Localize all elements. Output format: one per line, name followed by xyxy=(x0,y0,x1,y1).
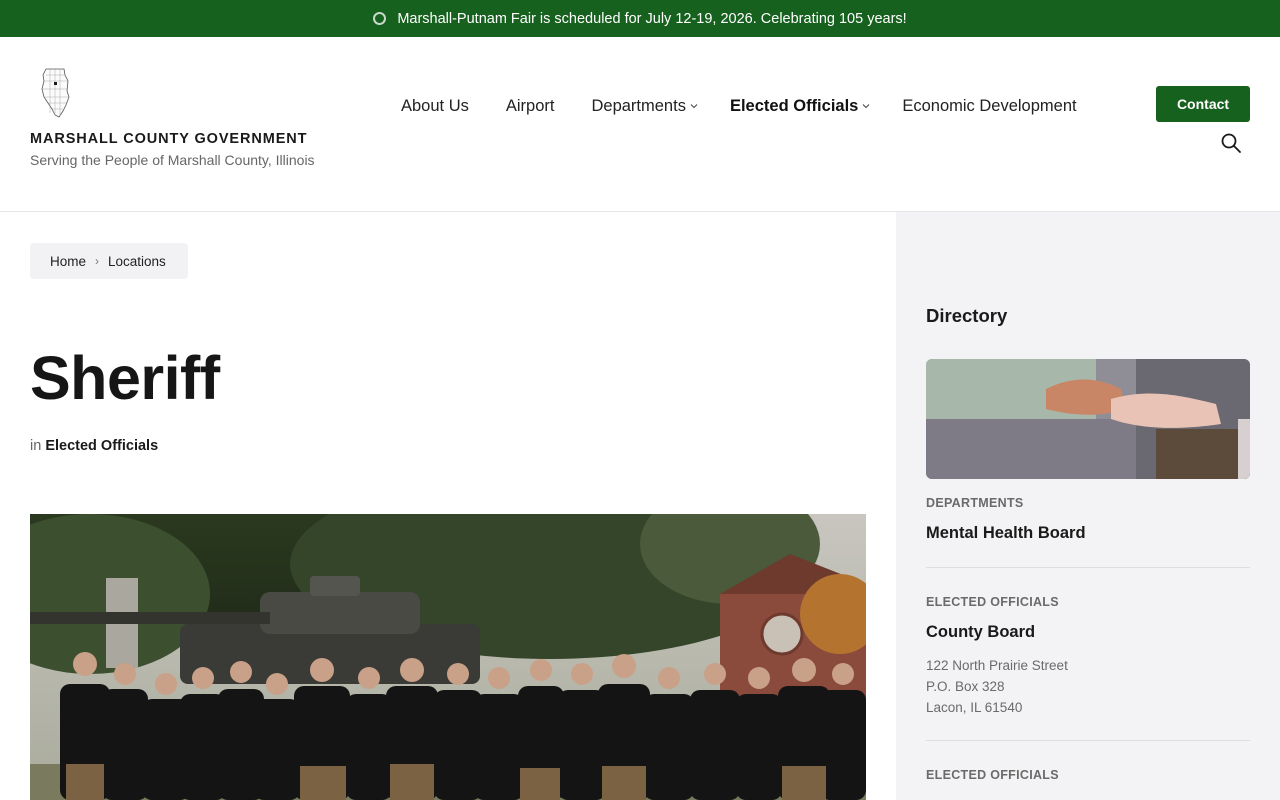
directory-sidebar: Directory Departments Mental Health Boar… xyxy=(896,212,1280,800)
entry-name[interactable]: County Board xyxy=(926,623,1250,642)
chevron-down-icon xyxy=(690,104,698,109)
entry-category: Elected Officials xyxy=(926,768,1059,782)
directory-entry[interactable]: Elected Officials County Board 122 North… xyxy=(926,595,1250,718)
entry-address: 122 North Prairie Street P.O. Box 328 La… xyxy=(926,655,1250,718)
category-link[interactable]: Elected Officials xyxy=(45,438,158,454)
category-prefix: in xyxy=(30,438,42,454)
directory-card-image[interactable] xyxy=(926,359,1250,479)
hero-photo xyxy=(30,514,866,800)
directory-title: Directory xyxy=(926,305,1008,326)
site-title[interactable]: MARSHALL COUNTY GOVERNMENT xyxy=(30,131,307,147)
directory-entry[interactable]: Elected Officials xyxy=(926,768,1250,782)
nav-item-label: Departments xyxy=(591,96,686,115)
announcement-bar: Marshall-Putnam Fair is scheduled for Ju… xyxy=(0,0,1280,37)
breadcrumb-current[interactable]: Locations xyxy=(108,254,166,269)
site-header: MARSHALL COUNTY GOVERNMENT Serving the P… xyxy=(0,37,1280,212)
page-title: Sheriff xyxy=(30,344,220,412)
nav-item-elected-officials[interactable]: Elected Officials xyxy=(730,97,870,116)
address-line: Lacon, IL 61540 xyxy=(926,700,1023,715)
breadcrumb-home[interactable]: Home xyxy=(50,254,86,269)
entry-name[interactable]: Mental Health Board xyxy=(926,524,1250,543)
entry-category: Elected Officials xyxy=(926,595,1059,609)
nav-item-airport[interactable]: Airport xyxy=(506,97,555,116)
entry-category: Departments xyxy=(926,496,1024,510)
post-category: in Elected Officials xyxy=(30,438,158,454)
main-nav: About Us Airport Departments Elected Off… xyxy=(401,95,1077,117)
address-line: P.O. Box 328 xyxy=(926,679,1005,694)
illinois-map-icon[interactable] xyxy=(40,67,72,119)
contact-button[interactable]: Contact xyxy=(1156,86,1250,122)
nav-item-label: Economic Development xyxy=(902,96,1077,115)
chevron-right-icon: › xyxy=(95,254,100,268)
directory-entry[interactable]: Departments Mental Health Board xyxy=(926,496,1250,543)
chevron-down-icon xyxy=(862,104,870,109)
ring-icon xyxy=(373,12,387,25)
nav-item-label: Elected Officials xyxy=(729,96,859,115)
nav-item-label: About Us xyxy=(401,96,469,115)
nav-item-economic-development[interactable]: Economic Development xyxy=(902,97,1076,116)
nav-item-label: Airport xyxy=(505,96,555,115)
announcement-text: Marshall-Putnam Fair is scheduled for Ju… xyxy=(397,10,907,27)
breadcrumb: Home › Locations xyxy=(30,243,188,279)
address-line: 122 North Prairie Street xyxy=(926,658,1068,673)
search-icon[interactable] xyxy=(1220,132,1242,154)
nav-item-about-us[interactable]: About Us xyxy=(401,97,469,116)
nav-item-departments[interactable]: Departments xyxy=(591,96,698,116)
site-tagline: Serving the People of Marshall County, I… xyxy=(30,152,315,168)
divider xyxy=(926,567,1250,568)
divider xyxy=(926,740,1250,741)
main-content: Home › Locations Sheriff in Elected Offi… xyxy=(0,212,896,800)
